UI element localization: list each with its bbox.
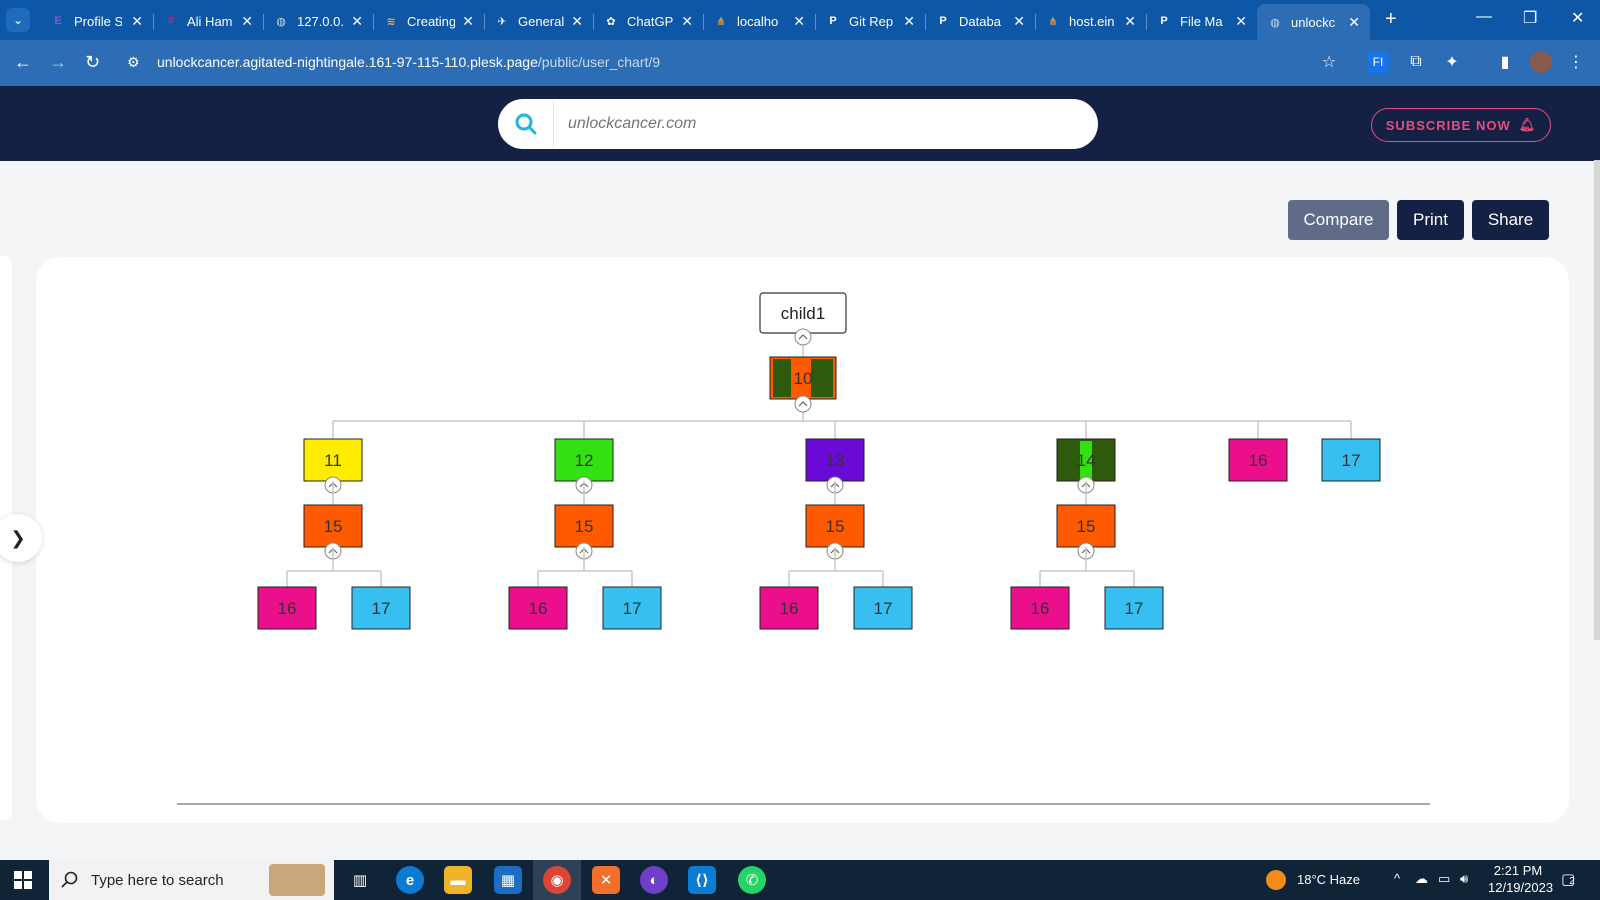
tree-node-label: 16 (780, 599, 799, 618)
tree-root-label: child1 (781, 304, 825, 323)
tree-node-label: 15 (1077, 517, 1096, 536)
tree-node-label: 16 (278, 599, 297, 618)
chrome-browser-icon[interactable]: ◉ (543, 866, 571, 894)
tree-node-label: 16 (529, 599, 548, 618)
tree-node[interactable]: 16 (508, 586, 568, 630)
xampp-icon[interactable]: ✕ (592, 866, 620, 894)
vscode-icon[interactable]: ⟨⟩ (688, 866, 716, 894)
tray-chevron-up-icon[interactable]: ^ (1394, 871, 1400, 886)
github-desktop-icon[interactable]: ◐ (640, 866, 668, 894)
tree-node-label: 16 (1249, 451, 1268, 470)
tree-node[interactable]: 15 (805, 504, 865, 548)
tree-node-label: 14 (1077, 451, 1096, 470)
tree-node-label: 16 (1031, 599, 1050, 618)
tree-node-label: 12 (575, 451, 594, 470)
taskbar-search-icon (61, 871, 78, 888)
taskbar-search-box[interactable]: Type here to search (49, 860, 334, 900)
search-highlight-illustration (269, 864, 325, 896)
weather-text[interactable]: 18°C Haze (1297, 872, 1360, 887)
edge-browser-icon[interactable]: e (396, 866, 424, 894)
tree-node[interactable]: 12 (554, 438, 614, 482)
clock[interactable]: 2:21 PM 12/19/2023 (1488, 863, 1554, 895)
taskbar-search-placeholder: Type here to search (91, 871, 224, 889)
tree-node[interactable]: 17 (1321, 438, 1381, 482)
tree-node[interactable]: 17 (853, 586, 913, 630)
tree-root-node[interactable]: child1 (759, 292, 847, 334)
tree-node-label: 17 (1342, 451, 1361, 470)
notification-center-icon[interactable]: ▢2 (1561, 870, 1575, 888)
notification-count: 2 (1569, 876, 1575, 887)
tree-node-label: 17 (1125, 599, 1144, 618)
collapse-toggle-icon[interactable] (794, 395, 812, 413)
tree-node-label: 15 (575, 517, 594, 536)
file-explorer-icon[interactable]: ▬ (444, 866, 472, 894)
collapse-toggle-icon[interactable] (794, 328, 812, 346)
clock-time: 2:21 PM (1493, 863, 1543, 878)
tree-node[interactable]: 15 (1056, 504, 1116, 548)
clock-date: 12/19/2023 (1488, 880, 1554, 895)
tree-node-label: 13 (826, 451, 845, 470)
family-tree-chart: child1 10 11 15 16 17 12 15 16 17 13 15 16 17 14 15 16 17… (257, 292, 1381, 630)
tree-node[interactable]: 13 (805, 438, 865, 482)
tree-node[interactable]: 11 (303, 438, 363, 482)
whatsapp-icon[interactable]: ✆ (738, 866, 766, 894)
weather-sun-icon[interactable] (1266, 870, 1286, 890)
windows-taskbar: Type here to search ▥ e ▬ ▦ ◉ ✕ ◐ ⟨⟩ ✆ 1… (0, 860, 1600, 900)
tree-node-label: 10 (794, 369, 813, 388)
tree-node[interactable]: 16 (257, 586, 317, 630)
tree-node-label: 11 (324, 451, 342, 470)
tree-node[interactable]: 16 (1228, 438, 1288, 482)
tree-node[interactable]: 17 (1104, 586, 1164, 630)
task-view-icon[interactable]: ▥ (346, 866, 374, 894)
tree-node[interactable]: 14 (1056, 438, 1116, 482)
tree-node[interactable]: 16 (1010, 586, 1070, 630)
tree-node-label: 17 (874, 599, 893, 618)
tree-node[interactable]: 16 (759, 586, 819, 630)
tree-node-label: 15 (324, 517, 343, 536)
tree-node[interactable]: 17 (351, 586, 411, 630)
tree-node[interactable]: 15 (554, 504, 614, 548)
tree-node-overlay (773, 359, 791, 397)
tree-node[interactable]: 17 (602, 586, 662, 630)
tree-node[interactable]: 15 (303, 504, 363, 548)
network-icon[interactable]: ▭ (1438, 871, 1450, 887)
tree-node-label: 17 (372, 599, 391, 618)
tree-node-label: 15 (826, 517, 845, 536)
microsoft-store-icon[interactable]: ▦ (494, 866, 522, 894)
tree-node-label: 17 (623, 599, 642, 618)
chart-horizontal-scrollbar[interactable] (177, 803, 1430, 805)
page-vertical-scrollbar[interactable] (1594, 160, 1600, 640)
volume-icon[interactable]: 🔊︎ (1460, 871, 1468, 887)
tree-node-overlay (811, 359, 833, 397)
windows-start-icon[interactable] (14, 871, 32, 894)
onedrive-icon[interactable]: ☁︎ (1415, 871, 1428, 887)
